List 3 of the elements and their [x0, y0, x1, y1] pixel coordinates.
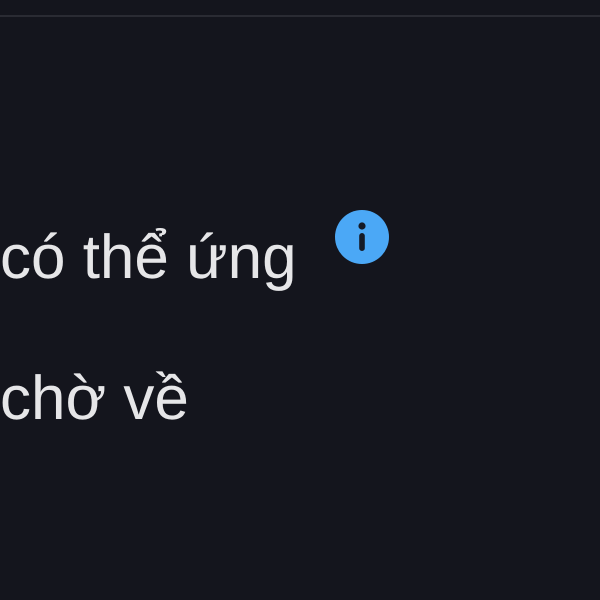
label-text: chờ về	[0, 362, 189, 435]
label-text: có thể ứng	[0, 222, 297, 294]
info-icon[interactable]	[334, 210, 389, 264]
